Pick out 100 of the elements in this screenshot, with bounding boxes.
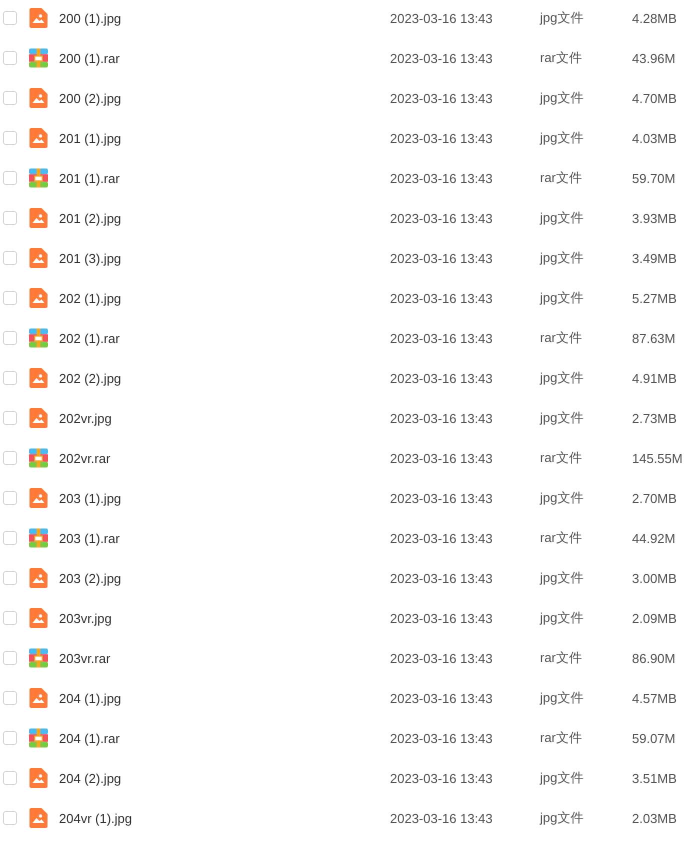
modified-date: 2023-03-16 13:43 xyxy=(390,330,494,346)
file-size: 145.55M xyxy=(632,450,683,466)
modified-date: 2023-03-16 13:43 xyxy=(390,130,494,146)
image-file-icon xyxy=(29,88,48,108)
file-type: rar文件 xyxy=(540,649,583,667)
file-name[interactable]: 203 (2).jpg xyxy=(59,570,390,586)
checkbox[interactable] xyxy=(3,131,17,145)
file-type: jpg文件 xyxy=(540,89,584,107)
checkbox[interactable] xyxy=(3,611,17,625)
modified-date: 2023-03-16 13:43 xyxy=(390,490,494,506)
file-size: 2.73MB xyxy=(632,410,677,426)
file-name[interactable]: 200 (2).jpg xyxy=(59,90,390,106)
checkbox[interactable] xyxy=(3,51,17,65)
file-size: 4.91MB xyxy=(632,370,677,386)
file-name[interactable]: 201 (1).rar xyxy=(59,170,390,186)
file-size: 87.63M xyxy=(632,330,676,346)
image-file-icon xyxy=(29,408,48,428)
file-size: 5.27MB xyxy=(632,290,677,306)
modified-date: 2023-03-16 13:43 xyxy=(390,810,494,826)
file-name[interactable]: 202 (1).jpg xyxy=(59,290,390,306)
modified-date: 2023-03-16 13:43 xyxy=(390,610,494,626)
checkbox[interactable] xyxy=(3,291,17,305)
file-size: 4.28MB xyxy=(632,10,677,26)
file-type: rar文件 xyxy=(540,529,583,547)
file-name[interactable]: 204 (1).rar xyxy=(59,730,390,746)
file-size: 3.93MB xyxy=(632,210,677,226)
file-name[interactable]: 202 (1).rar xyxy=(59,330,390,346)
file-name[interactable]: 204 (1).jpg xyxy=(59,690,390,706)
image-file-icon xyxy=(29,248,48,268)
file-size: 2.03MB xyxy=(632,810,677,826)
image-file-icon xyxy=(29,128,48,148)
file-name[interactable]: 203vr.jpg xyxy=(59,610,390,626)
file-type: jpg文件 xyxy=(540,809,584,827)
checkbox[interactable] xyxy=(3,371,17,385)
archive-file-icon xyxy=(29,328,48,348)
file-name[interactable]: 202 (2).jpg xyxy=(59,370,390,386)
modified-date: 2023-03-16 13:43 xyxy=(390,410,494,426)
file-size: 4.03MB xyxy=(632,130,677,146)
checkbox[interactable] xyxy=(3,451,17,465)
modified-date: 2023-03-16 13:43 xyxy=(390,290,494,306)
archive-file-icon xyxy=(29,448,48,468)
file-size: 59.70M xyxy=(632,170,676,186)
image-file-icon xyxy=(29,768,48,788)
checkbox[interactable] xyxy=(3,771,17,785)
file-type: jpg文件 xyxy=(540,409,584,427)
file-type: jpg文件 xyxy=(540,369,584,387)
file-size: 3.00MB xyxy=(632,570,677,586)
image-file-icon xyxy=(29,488,48,508)
file-type: jpg文件 xyxy=(540,289,584,307)
checkbox[interactable] xyxy=(3,11,17,25)
checkbox[interactable] xyxy=(3,411,17,425)
checkbox[interactable] xyxy=(3,331,17,345)
file-size: 4.70MB xyxy=(632,90,677,106)
file-size: 2.70MB xyxy=(632,490,677,506)
file-name[interactable]: 201 (1).jpg xyxy=(59,130,390,146)
modified-date: 2023-03-16 13:43 xyxy=(390,570,494,586)
file-name[interactable]: 200 (1).jpg xyxy=(59,10,390,26)
file-name[interactable]: 202vr.jpg xyxy=(59,410,390,426)
checkbox[interactable] xyxy=(3,171,17,185)
file-name[interactable]: 203vr.rar xyxy=(59,650,390,666)
image-file-icon xyxy=(29,288,48,308)
file-type: jpg文件 xyxy=(540,569,584,587)
image-file-icon xyxy=(29,568,48,588)
file-name[interactable]: 201 (3).jpg xyxy=(59,250,390,266)
file-size: 3.49MB xyxy=(632,250,677,266)
file-name[interactable]: 202vr.rar xyxy=(59,450,390,466)
checkbox[interactable] xyxy=(3,491,17,505)
file-type: jpg文件 xyxy=(540,769,584,787)
file-name[interactable]: 201 (2).jpg xyxy=(59,210,390,226)
file-type: jpg文件 xyxy=(540,689,584,707)
file-size: 59.07M xyxy=(632,730,676,746)
checkbox[interactable] xyxy=(3,651,17,665)
checkbox[interactable] xyxy=(3,731,17,745)
file-name[interactable]: 200 (1).rar xyxy=(59,50,390,66)
checkbox[interactable] xyxy=(3,691,17,705)
file-size: 2.09MB xyxy=(632,610,677,626)
file-type: jpg文件 xyxy=(540,609,584,627)
checkbox[interactable] xyxy=(3,91,17,105)
file-name[interactable]: 204vr (1).jpg xyxy=(59,810,390,826)
file-type: rar文件 xyxy=(540,449,583,467)
checkbox[interactable] xyxy=(3,571,17,585)
image-file-icon xyxy=(29,8,48,28)
checkbox[interactable] xyxy=(3,211,17,225)
file-name[interactable]: 204 (2).jpg xyxy=(59,770,390,786)
image-file-icon xyxy=(29,208,48,228)
file-name[interactable]: 203 (1).jpg xyxy=(59,490,390,506)
checkbox[interactable] xyxy=(3,251,17,265)
file-name[interactable]: 203 (1).rar xyxy=(59,530,390,546)
archive-file-icon xyxy=(29,168,48,188)
modified-date: 2023-03-16 13:43 xyxy=(390,50,494,66)
checkbox[interactable] xyxy=(3,531,17,545)
file-type: rar文件 xyxy=(540,49,583,67)
archive-file-icon xyxy=(29,48,48,68)
modified-date: 2023-03-16 13:43 xyxy=(390,250,494,266)
file-size: 4.57MB xyxy=(632,690,677,706)
file-type: jpg文件 xyxy=(540,9,584,27)
checkbox[interactable] xyxy=(3,811,17,825)
file-size: 43.96M xyxy=(632,50,676,66)
file-type: jpg文件 xyxy=(540,209,584,227)
archive-file-icon xyxy=(29,728,48,748)
